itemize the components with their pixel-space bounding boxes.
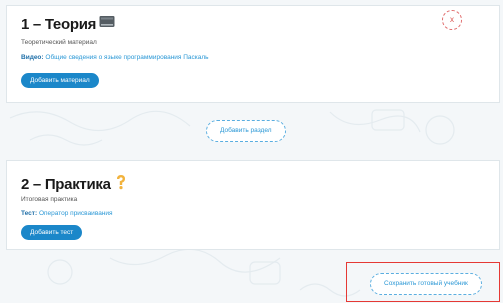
- close-icon: x: [450, 15, 454, 24]
- material-kind: Тест:: [21, 210, 38, 217]
- material-link[interactable]: Общие сведения о языке программирования …: [45, 54, 208, 61]
- section-title-row: 1 – Теория: [21, 15, 115, 33]
- section-card-practice: 2 – Практика Итоговая практика Тест: Опе…: [6, 160, 500, 250]
- material-link[interactable]: Оператор присваивания: [39, 210, 113, 217]
- add-material-button[interactable]: Добавить материал: [21, 73, 99, 88]
- material-item: Тест: Оператор присваивания: [21, 210, 113, 217]
- material-kind: Видео:: [21, 54, 44, 61]
- section-card-theory: 1 – Теория Теоретический материал Видео:…: [6, 5, 500, 103]
- section-subtitle: Итоговая практика: [21, 196, 78, 203]
- save-textbook-button[interactable]: Сохранить готовый учебник: [370, 273, 482, 295]
- material-item: Видео: Общие сведения о языке программир…: [21, 54, 209, 61]
- delete-section-button[interactable]: x: [442, 10, 462, 30]
- section-title-row: 2 – Практика: [21, 174, 128, 195]
- section-title: 2 – Практика: [21, 176, 111, 193]
- add-section-button[interactable]: Добавить раздел: [206, 120, 286, 142]
- add-test-button[interactable]: Добавить тест: [21, 225, 83, 240]
- book-icon: [99, 15, 115, 33]
- section-title: 1 – Теория: [21, 15, 97, 33]
- question-icon: [114, 174, 128, 195]
- section-subtitle: Теоретический материал: [21, 39, 97, 46]
